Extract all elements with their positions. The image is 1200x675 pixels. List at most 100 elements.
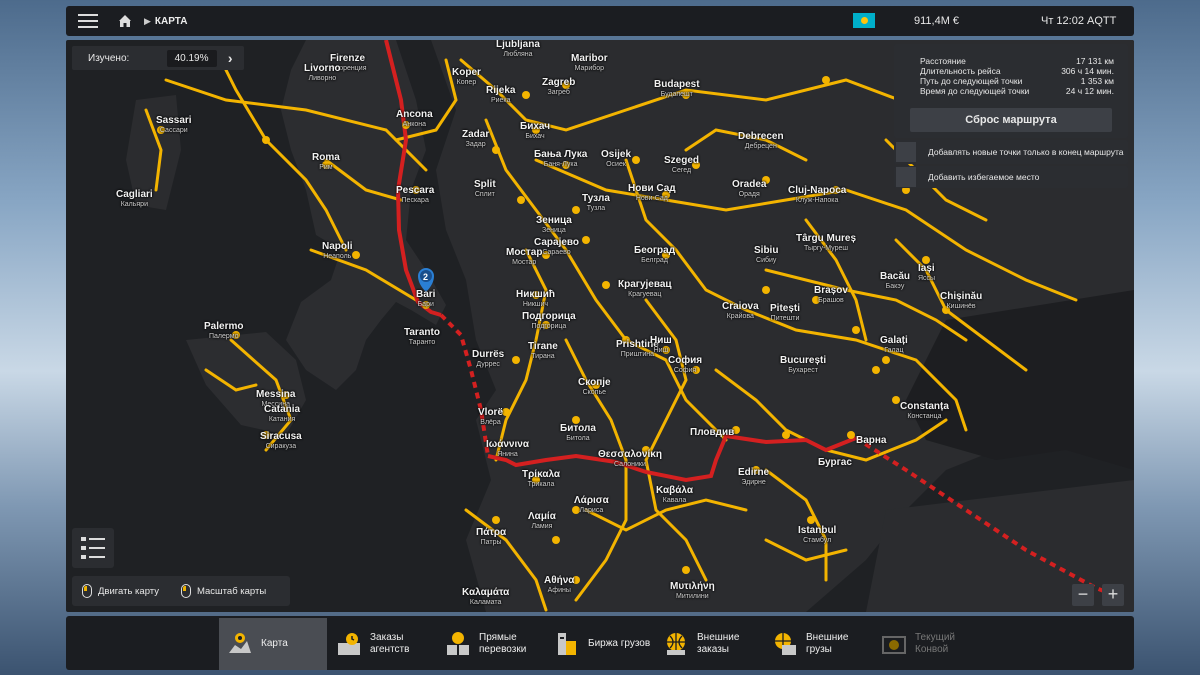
- city-label: Бургас: [818, 457, 852, 468]
- city-label: Catania Катания: [264, 404, 301, 424]
- avoid-place-option[interactable]: Добавить избегаемое место: [894, 166, 1128, 188]
- city-label: Târgu Mureș Тыргу-Муреш: [796, 233, 857, 253]
- city-label: София София: [668, 355, 703, 375]
- explored-value: 40.19%: [166, 49, 217, 67]
- city-label: Livorno Ливорно: [304, 63, 341, 83]
- city-label: Zagreb Загреб: [542, 77, 576, 97]
- tab-external-cargo[interactable]: Внешние грузы: [764, 618, 872, 670]
- city-label: Αθήνα Афины: [544, 575, 575, 595]
- breadcrumb-arrow-icon: ▶: [144, 15, 151, 26]
- route-info-row: Путь до следующей точки 1 353 км: [920, 76, 1114, 86]
- city-label: Edirne Эдирне: [738, 467, 770, 487]
- breadcrumb: КАРТА: [154, 15, 188, 27]
- legend-list-icon: [81, 537, 105, 559]
- city-label: Osijek Осиек: [601, 149, 632, 169]
- city-label: Sibiu Сибиу: [754, 245, 779, 265]
- city-label: Варна: [856, 435, 887, 446]
- city-label: Cagliari Кальяри: [116, 189, 153, 209]
- city-label: Vlorë Влёра: [478, 407, 504, 427]
- zoom-out-button[interactable]: −: [1072, 584, 1094, 606]
- game-clock: Чт 12:02 AQTT: [1041, 15, 1117, 27]
- tab-map[interactable]: Карта: [219, 618, 327, 670]
- tab-direct-delivery[interactable]: Прямые перевозки: [437, 618, 545, 670]
- append-points-option[interactable]: Добавлять новые точки только в конец мар…: [894, 140, 1128, 164]
- city-label: Pitești Питешти: [770, 303, 801, 323]
- city-label: Бихач Бихач: [520, 121, 551, 141]
- city-label: Roma Рим: [312, 152, 340, 172]
- map-legend-button[interactable]: [72, 528, 114, 568]
- city-label: Λάρισα Лариса: [574, 495, 609, 515]
- city-label: Београд Белград: [634, 245, 676, 265]
- city-label: Ljubljana Любляна: [496, 40, 540, 58]
- city-label: Bari Бари: [416, 289, 436, 309]
- tab-freight-market[interactable]: Биржа грузов: [546, 618, 654, 670]
- zoom-in-button[interactable]: +: [1102, 584, 1124, 606]
- world-map[interactable]: 2 Ljubljana Любляна Maribor Марибор Koper К…: [66, 40, 1134, 612]
- tab-external-contracts[interactable]: Внешние заказы: [655, 618, 763, 670]
- explored-panel: Изучено: 40.19% ›: [72, 46, 244, 70]
- route-info-row: Время до следующей точки 24 ч 12 мин.: [920, 86, 1114, 96]
- city-label: Pescara Пескара: [396, 185, 435, 205]
- route-info-panel: Расстояние 17 131 км Длительность рейса 30…: [894, 44, 1128, 138]
- mouse-wheel-icon: [181, 584, 191, 598]
- city-label: Oradea Орадя: [732, 179, 767, 199]
- bottom-nav: Карта Заказы агентств Прямые перевозки Б…: [66, 616, 1134, 670]
- city-label: Budapest Будапешт: [654, 79, 700, 99]
- city-label: Bacău Бакэу: [880, 271, 911, 291]
- city-label: Split Сплит: [474, 179, 496, 199]
- explored-label: Изучено:: [88, 52, 130, 64]
- direct-delivery-icon: [447, 632, 469, 655]
- city-label: Taranto Таранто: [404, 327, 440, 347]
- convoy-icon: [882, 636, 906, 654]
- agency-icon: [338, 633, 360, 655]
- city-label: Тузла Тузла: [582, 193, 610, 213]
- city-label: Istanbul Стамбул: [798, 525, 837, 545]
- city-label: Θεσσαλονίκη Салоники: [598, 449, 662, 469]
- city-label: Maribor Марибор: [571, 53, 608, 73]
- waypoint-number: 2: [423, 272, 428, 282]
- city-label: Palermo Палермо: [204, 321, 244, 341]
- city-label: Зеница Зеница: [536, 215, 572, 235]
- money-balance: 911,4M €: [914, 15, 960, 27]
- tab-agency-orders[interactable]: Заказы агентств: [328, 618, 436, 670]
- city-label: Cluj-Napoca Клуж-Напока: [788, 185, 847, 205]
- city-label: Craiova Крайова: [722, 301, 759, 321]
- city-label: Rijeka Риека: [486, 85, 516, 105]
- city-label: Нови Сад Нови-Сад: [628, 183, 676, 203]
- city-label: Siracusa Сиракуза: [260, 431, 302, 451]
- home-icon[interactable]: [110, 6, 140, 36]
- city-label: Ниш Ниш: [650, 335, 672, 355]
- top-bar: ▶ КАРТА 911,4M € Чт 12:02 AQTT: [66, 6, 1134, 36]
- city-label: Zadar Задар: [462, 129, 490, 149]
- hamburger-menu-icon[interactable]: [66, 6, 110, 36]
- city-label: Napoli Неаполь: [322, 241, 353, 261]
- map-controls-hint: Двигать карту Масштаб карты: [72, 576, 290, 606]
- external-cargo-icon: [775, 633, 796, 655]
- city-label: Ancona Анкона: [396, 109, 433, 129]
- city-label: Καβάλα Кавала: [656, 485, 693, 505]
- city-label: Никшић Никшич: [516, 289, 555, 309]
- reset-route-button[interactable]: Сброс маршрута: [910, 108, 1112, 132]
- city-label: Подгорица Подгорица: [522, 311, 576, 331]
- map-icon: [229, 633, 251, 653]
- route-info-row: Расстояние 17 131 км: [920, 56, 1114, 66]
- city-label: Tirane Тирана: [528, 341, 558, 361]
- chevron-right-icon[interactable]: ›: [217, 50, 245, 66]
- tab-current-convoy[interactable]: Текущий Конвой: [873, 618, 981, 670]
- city-label: Sassari Сассари: [156, 115, 192, 135]
- city-label: Constanța Констанца: [900, 401, 949, 421]
- city-label: Chișinău Кишинёв: [940, 291, 983, 311]
- city-label: Μυτιλήνη Митилини: [670, 581, 715, 601]
- city-label: Битола Битола: [560, 423, 596, 443]
- city-label: Galați Галац: [880, 335, 908, 355]
- city-label: Λαμία Ламия: [528, 511, 556, 531]
- external-contracts-icon: [667, 633, 685, 655]
- city-label: Debrecen Дебрецен: [738, 131, 784, 151]
- city-label: Скопје Скопье: [578, 377, 611, 397]
- city-label: Ιωάννινα Янина: [486, 439, 529, 459]
- city-label: Szeged Сегед: [664, 155, 700, 175]
- freight-market-icon: [558, 633, 576, 655]
- append-points-checkbox[interactable]: [896, 142, 916, 162]
- avoid-place-checkbox[interactable]: [896, 167, 916, 187]
- kazakhstan-flag-icon: [853, 13, 875, 28]
